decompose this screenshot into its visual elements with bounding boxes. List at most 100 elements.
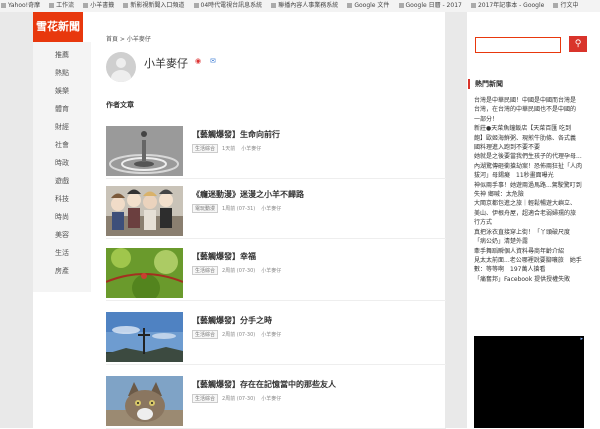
bookmark-icon	[49, 3, 55, 8]
hot-news-line[interactable]: 失神 鄉喊：太危險	[474, 190, 592, 199]
nav-item[interactable]: 生活	[33, 248, 91, 258]
search-icon: ⚲	[574, 39, 582, 49]
article-thumbnail-cat[interactable]	[106, 376, 183, 426]
article-meta: 生活綜合 2周前 (07-30) 小羊麥仔	[192, 330, 287, 339]
nav-item[interactable]: 推薦	[33, 50, 91, 60]
bookmark-item[interactable]: Yahoo!奇摩	[0, 0, 40, 12]
article-author[interactable]: 小羊麥仔	[261, 396, 281, 402]
article-thumbnail-green-bokeh[interactable]	[106, 248, 183, 298]
category-tag[interactable]: 生活綜合	[192, 144, 219, 153]
article-time: 1天前	[222, 146, 236, 152]
article-item[interactable]: 【藝觸爆發】幸福 生活綜合 2周前 (07-30) 小羊麥仔	[106, 248, 446, 301]
article-item[interactable]: 【藝觸爆發】分手之時 生活綜合 2周前 (07-30) 小羊麥仔	[106, 312, 446, 365]
nav-item[interactable]: 體育	[33, 104, 91, 114]
hot-news-line[interactable]: 新莊●天菜魚鐘飯店【天菜百匯 吃到	[474, 124, 592, 133]
hot-news-line[interactable]: 行方式	[474, 218, 592, 227]
category-tag[interactable]: 生活綜合	[192, 394, 219, 403]
nav-item[interactable]: 娛樂	[33, 86, 91, 96]
search-input[interactable]	[475, 37, 561, 53]
bookmark-item[interactable]: 工作流	[48, 0, 74, 12]
article-title[interactable]: 《癮迷動漫》迷漫之小羊不歸路	[192, 189, 304, 200]
nav-item[interactable]: 社會	[33, 140, 91, 150]
article-title[interactable]: 【藝觸爆發】幸福	[192, 251, 256, 262]
nav-item[interactable]: 房產	[33, 266, 91, 276]
bookmark-icon	[1, 3, 6, 8]
bookmark-item[interactable]: 新影視新聞入口頻道	[122, 0, 184, 12]
nav-item[interactable]: 科技	[33, 194, 91, 204]
hot-news-line[interactable]: 「痛奮邦」Facebook 提供授權失敗	[474, 275, 592, 284]
hot-news-line[interactable]: 內湖驚傳砸衝搶劫案！恐佈兩狂扯「人肉	[474, 162, 592, 171]
article-item[interactable]: 【藝觸爆發】存在在記憶當中的那些友人 生活綜合 2周前 (07-30) 小羊麥仔	[106, 376, 446, 429]
hot-news-line[interactable]: 一部分！	[474, 115, 592, 124]
article-author[interactable]: 小羊麥仔	[261, 332, 281, 338]
article-meta: 電玩動漫 1周前 (07-31) 小羊麥仔	[192, 204, 287, 213]
mail-icon[interactable]: ✉	[210, 57, 216, 65]
bookmark-item[interactable]: Google 文件	[346, 0, 389, 12]
hot-news-line[interactable]: 大閩京都包進之旅｜輕鬆暢遊大嶼立、	[474, 199, 592, 208]
article-author[interactable]: 小羊麥仔	[261, 268, 281, 274]
ad-info-icon[interactable]: ▸	[580, 336, 583, 342]
hot-news-line[interactable]: 台灣，在台灣的中華民國也不是中國的	[474, 105, 592, 114]
bookmark-item[interactable]: 聯播內容人事業務系統	[270, 0, 338, 12]
article-item[interactable]: 【藝觸爆發】生命向前行 生活綜合 1天前 小羊麥仔	[106, 126, 446, 179]
bookmark-icon	[83, 3, 89, 8]
article-author[interactable]: 小羊麥仔	[261, 206, 281, 212]
hot-news-line[interactable]: 「病公奶」清楚外露	[474, 237, 592, 246]
article-time: 2周前 (07-30)	[222, 396, 256, 402]
category-tag[interactable]: 生活綜合	[192, 330, 219, 339]
avatar-body	[111, 70, 131, 82]
category-tag[interactable]: 電玩動漫	[192, 204, 219, 213]
nav-item[interactable]: 美容	[33, 230, 91, 240]
bookmark-item[interactable]: 04時代電視台訊息系統	[193, 0, 262, 12]
avatar	[106, 52, 136, 82]
bookmark-item[interactable]: 小羊書籤	[82, 0, 114, 12]
search-button[interactable]: ⚲	[569, 36, 587, 52]
nav-item[interactable]: 熱點	[33, 68, 91, 78]
hot-news-line[interactable]: 國料理進入跑到不要不要	[474, 143, 592, 152]
bookmark-icon	[553, 3, 559, 8]
hot-news-line[interactable]: 神似兩手事！她遊兩過馬路...駕駛驚叮到	[474, 181, 592, 190]
nav-item[interactable]: 時政	[33, 158, 91, 168]
bookmark-icon	[347, 3, 353, 8]
advertisement[interactable]: ▸	[474, 336, 584, 428]
hot-news-line[interactable]: 美山、伊根舟屋，超適合老弱婦孺的旅	[474, 209, 592, 218]
avatar-head	[116, 58, 126, 68]
hot-news-list: 台灣是中華民國！中國是中國而台灣是 台灣，在台灣的中華民國也不是中國的 一部分！…	[474, 96, 592, 284]
hot-news-line[interactable]: 牽手舞蹈瞬個人資料尋商年齡介紹	[474, 247, 592, 256]
category-tag[interactable]: 生活綜合	[192, 266, 219, 275]
article-time: 2周前 (07-30)	[222, 332, 256, 338]
bookmark-item[interactable]: Google 日曆 - 2017	[398, 0, 462, 12]
hot-news-title: 熱門新聞	[468, 79, 503, 89]
article-title[interactable]: 【藝觸爆發】存在在記憶當中的那些友人	[192, 379, 336, 390]
nav-item[interactable]: 遊戲	[33, 176, 91, 186]
hot-news-line[interactable]: 真把泳衣直接穿上街！「丫頭破尺度	[474, 228, 592, 237]
article-item[interactable]: 《癮迷動漫》迷漫之小羊不歸路 電玩動漫 1周前 (07-31) 小羊麥仔	[106, 186, 446, 239]
site-logo[interactable]: 雪花新聞	[33, 12, 83, 42]
bookmark-item[interactable]: 2017年記事本 - Google	[470, 0, 544, 12]
weibo-icon[interactable]: ◉	[195, 57, 201, 65]
article-title[interactable]: 【藝觸爆發】生命向前行	[192, 129, 280, 140]
hot-news-line[interactable]: 台灣是中華民國！中國是中國而台灣是	[474, 96, 592, 105]
hot-news-line[interactable]: 飽】歐姬海鮮粥、現煎牛肋條、各式義	[474, 134, 592, 143]
nav-item[interactable]: 時尚	[33, 212, 91, 222]
article-title[interactable]: 【藝觸爆發】分手之時	[192, 315, 272, 326]
hot-news-line[interactable]: 見太太前面...老公哪裡說要腳嚷旅 她手	[474, 256, 592, 265]
article-meta: 生活綜合 2周前 (07-30) 小羊麥仔	[192, 394, 287, 403]
hot-news-line[interactable]: 她就是之後要當我們生孩子的代理孕母...	[474, 152, 592, 161]
article-thumbnail-water-drop[interactable]	[106, 126, 183, 176]
bookmark-icon	[470, 3, 476, 8]
article-meta: 生活綜合 1天前 小羊麥仔	[192, 144, 267, 153]
breadcrumb[interactable]: 首頁 > 小羊麥仔	[106, 34, 151, 43]
hot-news-line[interactable]: 拔河」母錫癡 11秒畫面曝光	[474, 171, 592, 180]
nav-item[interactable]: 財經	[33, 122, 91, 132]
bookmark-item[interactable]: 行文中	[552, 0, 578, 12]
hot-news-line[interactable]: 數：等等啊 197萬人搶看	[474, 265, 592, 274]
article-time: 1周前 (07-31)	[222, 206, 256, 212]
article-thumbnail-anime[interactable]	[106, 186, 183, 236]
author-name: 小羊麥仔	[144, 57, 188, 70]
article-author[interactable]: 小羊麥仔	[241, 146, 261, 152]
article-thumbnail-cross-sky[interactable]	[106, 312, 183, 362]
bookmark-icon	[398, 3, 404, 8]
article-time: 2周前 (07-30)	[222, 268, 256, 274]
bookmark-icon	[123, 3, 129, 8]
